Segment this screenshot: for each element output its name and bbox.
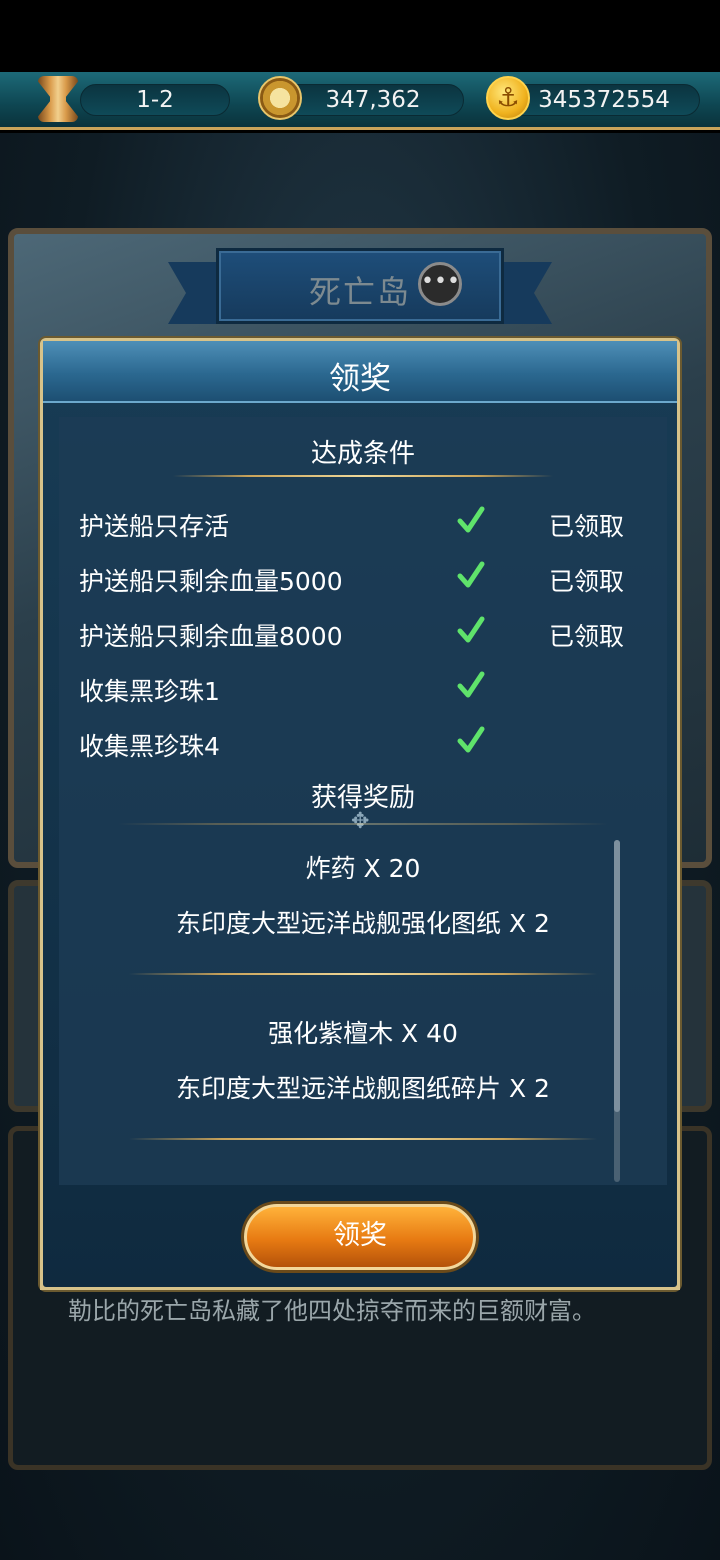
conditions-title: 达成条件 (310, 439, 415, 469)
modal-title: 领奖 (329, 361, 391, 397)
condition-row: 护送船只剩余血量5000 已领取 (59, 560, 667, 600)
condition-name: 护送船只剩余血量8000 (79, 622, 343, 651)
reward-modal: 领奖 达成条件 护送船只存活 已领取 护送船只剩余血量5000 已领取 护送船只… (40, 338, 680, 1290)
condition-name: 护送船只剩余血量5000 (79, 567, 343, 596)
condition-row: 护送船只存活 已领取 (59, 505, 667, 545)
condition-row: 收集黑珍珠4 (59, 725, 667, 765)
condition-row: 收集黑珍珠1 (59, 670, 667, 710)
compass-icon[interactable] (258, 76, 302, 120)
check-icon (457, 561, 485, 588)
anchor-coin-icon[interactable]: ⚓ (486, 76, 530, 120)
divider (129, 973, 597, 975)
condition-name: 收集黑珍珠4 (79, 732, 220, 761)
stage-display: 1-2 (80, 84, 230, 116)
ornament-icon: ✥ (351, 809, 370, 834)
frame-corner (658, 1268, 680, 1290)
compass-value: 347,362 (325, 87, 421, 113)
condition-row: 护送船只剩余血量8000 已领取 (59, 615, 667, 655)
gold-display: 345372554 (508, 84, 700, 116)
status-bar (0, 0, 720, 72)
compass-display: 347,362 (282, 84, 464, 116)
scrollbar[interactable] (614, 840, 620, 1182)
scrollbar-thumb[interactable] (614, 840, 620, 1112)
reward-item: 东印度大型远洋战舰图纸碎片 X 2 (176, 1074, 550, 1103)
modal-header: 领奖 (43, 341, 677, 403)
check-icon (457, 671, 485, 698)
hourglass-icon (38, 76, 78, 122)
condition-name: 收集黑珍珠1 (79, 677, 220, 706)
condition-status: 已领取 (549, 622, 625, 651)
condition-status: 已领取 (549, 567, 625, 596)
chat-bubble-icon: ••• (418, 262, 462, 306)
reward-item: 炸药 X 20 (305, 854, 421, 883)
description-line: 勒比的死亡岛私藏了他四处掠夺而来的巨额财富。 (68, 1297, 596, 1325)
condition-status: 已领取 (549, 512, 625, 541)
reward-item: 东印度大型远洋战舰强化图纸 X 2 (176, 909, 550, 938)
divider (129, 1138, 597, 1140)
check-icon (457, 726, 485, 753)
check-icon (457, 506, 485, 533)
frame-corner (40, 1268, 62, 1290)
divider (119, 823, 607, 825)
condition-name: 护送船只存活 (79, 512, 230, 541)
check-icon (457, 616, 485, 643)
claim-button[interactable]: 领奖 (244, 1204, 476, 1270)
stage-value: 1-2 (136, 87, 174, 113)
divider (173, 475, 553, 477)
modal-content[interactable]: 达成条件 护送船只存活 已领取 护送船只剩余血量5000 已领取 护送船只剩余血… (59, 417, 667, 1185)
reward-item: 强化紫檀木 X 40 (268, 1019, 458, 1048)
resource-bar: 1-2 347,362 345372554 ⚓ (0, 72, 720, 130)
gold-value: 345372554 (538, 87, 670, 113)
